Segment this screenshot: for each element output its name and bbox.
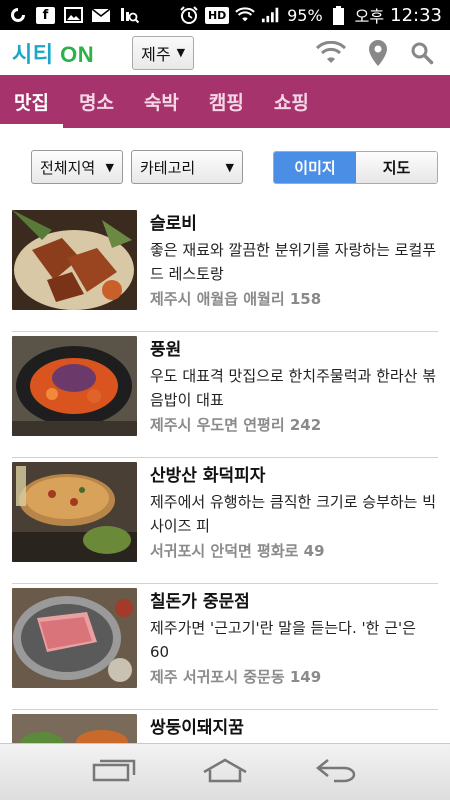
- restaurant-address: 제주시 우도면 연평리 242: [150, 416, 322, 434]
- list-item[interactable]: 쌍둥이돼지꿈: [12, 710, 438, 743]
- back-icon[interactable]: [314, 757, 358, 787]
- restaurant-address: 서귀포시 안덕면 평화로 49: [150, 542, 325, 560]
- restaurant-name: 산방산 화덕피자: [150, 466, 266, 486]
- list-item[interactable]: 칠돈가 중문점 제주가면 '근고기'란 말을 듣는다. '한 근'은 60 제주…: [12, 584, 438, 710]
- tab-attractions[interactable]: 명소: [79, 75, 114, 128]
- system-nav-bar: [0, 743, 450, 800]
- wifi-hotspot-icon[interactable]: [316, 40, 346, 65]
- tab-shopping[interactable]: 쇼핑: [274, 75, 309, 128]
- restaurant-photo: [12, 336, 137, 436]
- signal-icon: [261, 6, 281, 24]
- area-select[interactable]: 전체지역 ▼: [31, 150, 123, 184]
- tab-camping[interactable]: 캠핑: [209, 75, 244, 128]
- restaurant-list: 슬로비 좋은 재료와 깔끔한 분위기를 자랑하는 로컬푸드 레스토랑 제주시 애…: [0, 206, 450, 743]
- category-select-label: 카테고리: [140, 158, 196, 177]
- filter-bar: 전체지역 ▼ 카테고리 ▼ 이미지 지도: [0, 128, 450, 206]
- restaurant-name: 풍원: [150, 340, 182, 360]
- stats-search-icon: [119, 6, 139, 24]
- sync-icon: [8, 6, 28, 24]
- map-view-button[interactable]: 지도: [356, 151, 437, 183]
- restaurant-name: 슬로비: [150, 214, 197, 234]
- location-pin-icon[interactable]: [368, 39, 388, 67]
- tab-restaurants[interactable]: 맛집: [0, 75, 63, 128]
- hd-voice-icon: HD: [205, 6, 230, 24]
- image-view-button[interactable]: 이미지: [274, 151, 356, 183]
- view-toggle: 이미지 지도: [273, 150, 438, 184]
- restaurant-photo: [12, 588, 137, 688]
- am-pm: 오후: [354, 7, 385, 26]
- gallery-icon: [63, 6, 83, 24]
- battery-percent: 95%: [287, 5, 323, 25]
- search-icon[interactable]: [410, 41, 434, 65]
- mail-icon: [91, 6, 111, 24]
- restaurant-description: 제주에서 유행하는 큼직한 크기로 승부하는 빅 사이즈 피: [150, 493, 437, 535]
- restaurant-photo: [12, 714, 137, 743]
- dropdown-arrow-icon: ▼: [176, 46, 186, 59]
- restaurant-description: 우도 대표격 맛집으로 한치주물럭과 한라산 볶음밥이 대표: [150, 367, 437, 409]
- tab-accommodation[interactable]: 숙박: [144, 75, 179, 128]
- list-item[interactable]: 산방산 화덕피자 제주에서 유행하는 큼직한 크기로 승부하는 빅 사이즈 피 …: [12, 458, 438, 584]
- facebook-icon: f: [36, 6, 55, 24]
- area-select-label: 전체지역: [40, 158, 96, 177]
- region-select-label: 제주: [141, 44, 171, 64]
- restaurant-address: 제주시 애월읍 애월리 158: [150, 290, 322, 308]
- status-bar: f HD 95% 오후 12:33: [0, 0, 450, 30]
- region-select[interactable]: 제주 ▼: [132, 35, 195, 70]
- wifi-icon: [235, 6, 255, 24]
- restaurant-name: 칠돈가 중문점: [150, 592, 250, 612]
- recent-apps-icon[interactable]: [92, 758, 136, 786]
- restaurant-address: 제주 서귀포시 중문동 149: [150, 668, 322, 686]
- category-select[interactable]: 카테고리 ▼: [131, 150, 243, 184]
- alarm-icon: [179, 6, 199, 24]
- list-item[interactable]: 슬로비 좋은 재료와 깔끔한 분위기를 자랑하는 로컬푸드 레스토랑 제주시 애…: [12, 206, 438, 332]
- dropdown-arrow-icon: ▼: [225, 160, 234, 174]
- list-item[interactable]: 풍원 우도 대표격 맛집으로 한치주물럭과 한라산 볶음밥이 대표 제주시 우도…: [12, 332, 438, 458]
- battery-icon: [329, 5, 349, 25]
- clock: 12:33: [390, 4, 442, 26]
- category-tabs: 맛집 명소 숙박 캠핑 쇼핑: [0, 75, 450, 128]
- restaurant-description: 제주가면 '근고기'란 말을 듣는다. '한 근'은 60: [150, 619, 416, 661]
- restaurant-photo: [12, 462, 137, 562]
- restaurant-description: 좋은 재료와 깔끔한 분위기를 자랑하는 로컬푸드 레스토랑: [150, 241, 437, 283]
- home-icon[interactable]: [201, 757, 249, 787]
- app-header: 시티 ON 제주 ▼: [0, 30, 450, 75]
- restaurant-name: 쌍둥이돼지꿈: [150, 718, 244, 738]
- dropdown-arrow-icon: ▼: [105, 160, 114, 174]
- restaurant-photo: [12, 210, 137, 310]
- app-logo: 시티 ON: [12, 41, 95, 67]
